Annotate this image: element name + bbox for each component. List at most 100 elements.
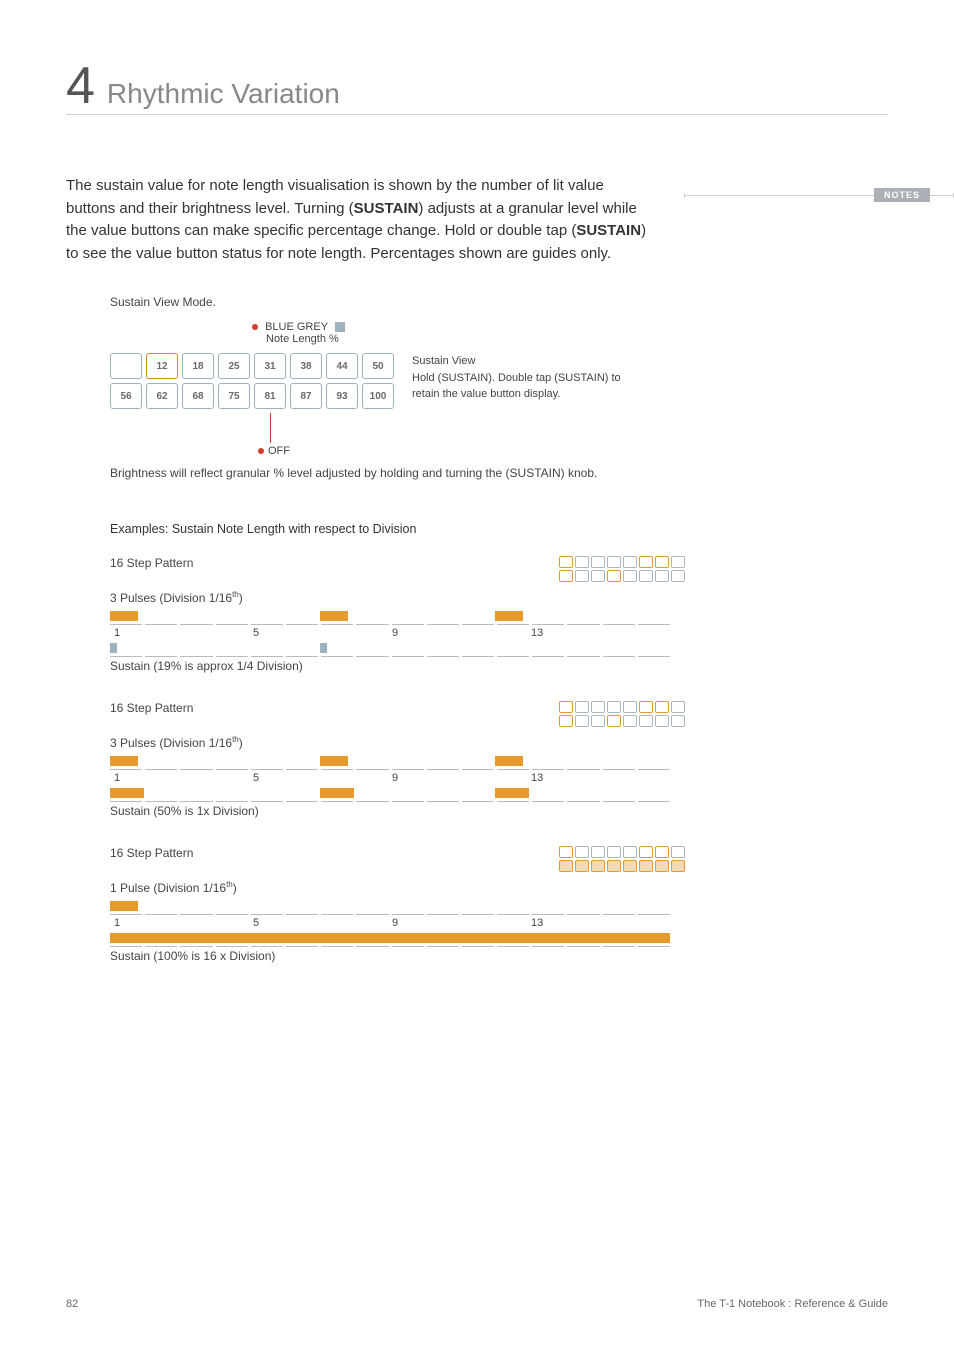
mini-button <box>639 556 653 568</box>
value-button[interactable]: 56 <box>110 383 142 409</box>
value-button[interactable]: 100 <box>362 383 394 409</box>
mini-button <box>639 846 653 858</box>
mini-button <box>639 860 653 872</box>
mini-button <box>655 715 669 727</box>
value-button[interactable]: 31 <box>254 353 286 379</box>
chapter-title: Rhythmic Variation <box>107 78 340 110</box>
mini-button <box>655 846 669 858</box>
sustain-caption: Sustain (19% is approx 1/4 Division) <box>110 659 685 673</box>
mini-button <box>639 570 653 582</box>
dot-icon <box>258 448 264 454</box>
mini-button <box>559 860 573 872</box>
value-button[interactable]: 62 <box>146 383 178 409</box>
mini-button <box>671 860 685 872</box>
tick-labels: 15913 <box>110 772 670 784</box>
mini-value-grid <box>559 556 685 582</box>
mini-button <box>591 860 605 872</box>
mini-button <box>671 556 685 568</box>
mini-button <box>607 701 621 713</box>
chapter-number: 4 <box>66 60 95 112</box>
mini-button <box>575 570 589 582</box>
off-label: OFF <box>258 445 685 457</box>
mini-button <box>607 846 621 858</box>
value-button[interactable]: 68 <box>182 383 214 409</box>
mini-button <box>559 570 573 582</box>
example-title: 16 Step Pattern <box>110 701 193 715</box>
pulses-label: 3 Pulses (Division 1/16th) <box>110 735 685 750</box>
mini-button <box>607 715 621 727</box>
mini-button <box>623 701 637 713</box>
body-paragraph: The sustain value for note length visual… <box>66 175 656 265</box>
sustain-view-diagram: Sustain View Mode. BLUE GREY Note Length… <box>110 295 685 963</box>
sustain-caption: Sustain (100% is 16 x Division) <box>110 949 685 963</box>
example-block: 16 Step Pattern 3 Pulses (Division 1/16t… <box>110 701 685 818</box>
doc-title: The T-1 Notebook : Reference & Guide <box>697 1298 888 1310</box>
value-button[interactable]: 18 <box>182 353 214 379</box>
mini-button <box>623 846 637 858</box>
mini-button <box>559 556 573 568</box>
examples-heading: Examples: Sustain Note Length with respe… <box>110 522 685 536</box>
mini-button <box>671 570 685 582</box>
mini-button <box>671 846 685 858</box>
notes-sidebar: NOTES <box>684 195 954 196</box>
notes-label: NOTES <box>874 188 930 202</box>
mini-button <box>575 846 589 858</box>
mini-button <box>575 860 589 872</box>
example-block: 16 Step Pattern 3 Pulses (Division 1/16t… <box>110 556 685 673</box>
sustain-caption: Sustain (50% is 1x Division) <box>110 804 685 818</box>
pulses-label: 1 Pulse (Division 1/16th) <box>110 880 685 895</box>
sustain-caption: Sustain View Mode. <box>110 295 685 309</box>
value-button[interactable]: 12 <box>146 353 178 379</box>
value-button[interactable]: 44 <box>326 353 358 379</box>
mini-button <box>639 715 653 727</box>
mini-button <box>671 715 685 727</box>
footer: 82 The T-1 Notebook : Reference & Guide <box>66 1298 888 1310</box>
mini-button <box>623 860 637 872</box>
mini-button <box>591 570 605 582</box>
mini-button <box>655 556 669 568</box>
sustain-track <box>110 933 670 947</box>
blue-grey-label: BLUE GREY Note Length % <box>252 321 685 345</box>
mini-button <box>623 715 637 727</box>
value-button[interactable]: 93 <box>326 383 358 409</box>
mini-button <box>575 715 589 727</box>
mini-button <box>655 701 669 713</box>
chapter-heading: 4 Rhythmic Variation <box>66 60 888 115</box>
value-button[interactable]: 38 <box>290 353 322 379</box>
pulses-label: 3 Pulses (Division 1/16th) <box>110 590 685 605</box>
mini-button <box>575 701 589 713</box>
mini-button <box>623 556 637 568</box>
sustain-track <box>110 643 670 657</box>
mini-button <box>623 570 637 582</box>
mini-button <box>575 556 589 568</box>
value-button[interactable]: 75 <box>218 383 250 409</box>
page-number: 82 <box>66 1298 78 1310</box>
mini-button <box>591 846 605 858</box>
mini-button <box>591 701 605 713</box>
value-button[interactable]: 81 <box>254 383 286 409</box>
mini-button <box>671 701 685 713</box>
mini-button <box>559 701 573 713</box>
swatch-icon <box>335 322 345 332</box>
off-connector <box>270 413 271 443</box>
mini-button <box>607 570 621 582</box>
example-title: 16 Step Pattern <box>110 846 193 860</box>
mini-button <box>559 715 573 727</box>
pulse-track <box>110 611 670 625</box>
mini-button <box>639 701 653 713</box>
mini-button <box>655 860 669 872</box>
mini-button <box>607 556 621 568</box>
pulse-track <box>110 901 670 915</box>
brightness-note: Brightness will reflect granular % level… <box>110 465 685 482</box>
sustain-track <box>110 788 670 802</box>
mini-button <box>559 846 573 858</box>
mini-value-grid <box>559 846 685 872</box>
tick-labels: 15913 <box>110 627 670 639</box>
mini-button <box>591 556 605 568</box>
value-button[interactable]: 50 <box>362 353 394 379</box>
value-button-grid: 12 18 25 31 38 44 50 56 62 68 75 81 87 9… <box>110 353 394 409</box>
value-button[interactable]: 87 <box>290 383 322 409</box>
value-button[interactable]: 25 <box>218 353 250 379</box>
value-button[interactable] <box>110 353 142 379</box>
mini-button <box>607 860 621 872</box>
